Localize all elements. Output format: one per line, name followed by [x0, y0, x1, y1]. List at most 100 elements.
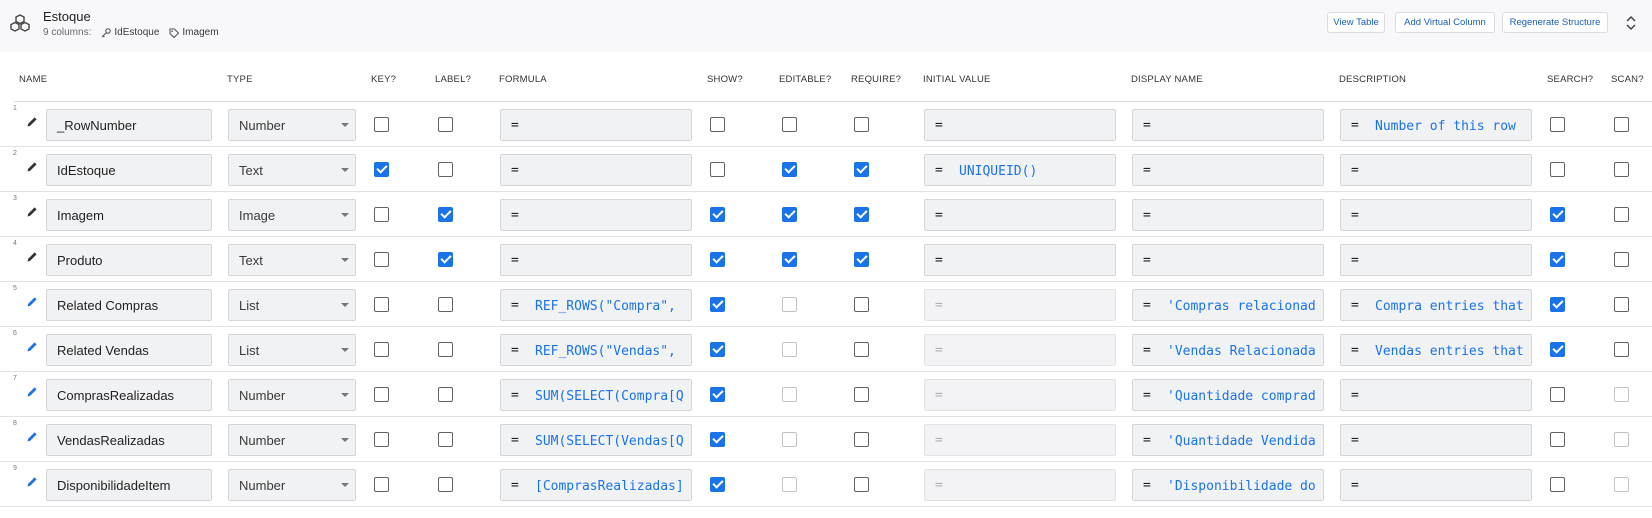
column-type-select[interactable]: Number — [228, 424, 356, 456]
search-checkbox[interactable] — [1550, 387, 1565, 402]
column-name-input[interactable]: _RowNumber — [46, 109, 212, 141]
formula-field[interactable]: = REF_ROWS("Compra", — [500, 289, 692, 321]
view-table-button[interactable]: View Table — [1327, 12, 1385, 33]
display-name-field[interactable]: = 'Quantidade Vendida — [1132, 424, 1324, 456]
display-name-field[interactable]: = 'Compras relacionad — [1132, 289, 1324, 321]
column-type-select[interactable]: Image — [228, 199, 356, 231]
require-checkbox[interactable] — [854, 477, 869, 492]
key-checkbox[interactable] — [374, 117, 389, 132]
search-checkbox[interactable] — [1550, 342, 1565, 357]
label-checkbox[interactable] — [438, 432, 453, 447]
key-checkbox[interactable] — [374, 252, 389, 267]
regenerate-structure-button[interactable]: Regenerate Structure — [1502, 12, 1608, 33]
column-type-select[interactable]: List — [228, 289, 356, 321]
search-checkbox[interactable] — [1550, 432, 1565, 447]
key-checkbox[interactable] — [374, 477, 389, 492]
key-checkbox[interactable] — [374, 342, 389, 357]
description-field[interactable]: = Compra entries that — [1340, 289, 1532, 321]
column-type-select[interactable]: Text — [228, 244, 356, 276]
show-checkbox[interactable] — [710, 342, 725, 357]
show-checkbox[interactable] — [710, 477, 725, 492]
column-type-select[interactable]: List — [228, 334, 356, 366]
require-checkbox[interactable] — [854, 252, 869, 267]
label-checkbox[interactable] — [438, 252, 453, 267]
column-name-input[interactable]: Imagem — [46, 199, 212, 231]
editable-checkbox[interactable] — [782, 162, 797, 177]
formula-field[interactable]: = — [500, 109, 692, 141]
label-checkbox[interactable] — [438, 387, 453, 402]
display-name-field[interactable]: = 'Disponibilidade do — [1132, 469, 1324, 501]
column-type-select[interactable]: Number — [228, 109, 356, 141]
scan-checkbox[interactable] — [1614, 297, 1629, 312]
formula-field[interactable]: = [ComprasRealizadas] — [500, 469, 692, 501]
key-checkbox[interactable] — [374, 387, 389, 402]
column-type-select[interactable]: Text — [228, 154, 356, 186]
show-checkbox[interactable] — [710, 252, 725, 267]
description-field[interactable]: = — [1340, 199, 1532, 231]
key-checkbox[interactable] — [374, 297, 389, 312]
label-checkbox[interactable] — [438, 117, 453, 132]
key-checkbox[interactable] — [374, 207, 389, 222]
show-checkbox[interactable] — [710, 387, 725, 402]
formula-field[interactable]: = — [500, 244, 692, 276]
description-field[interactable]: = — [1340, 469, 1532, 501]
edit-pencil-icon[interactable] — [26, 251, 38, 263]
display-name-field[interactable]: = — [1132, 109, 1324, 141]
column-type-select[interactable]: Number — [228, 469, 356, 501]
initial-value-field[interactable]: = UNIQUEID() — [924, 154, 1116, 186]
require-checkbox[interactable] — [854, 342, 869, 357]
display-name-field[interactable]: = — [1132, 154, 1324, 186]
column-name-input[interactable]: IdEstoque — [46, 154, 212, 186]
scan-checkbox[interactable] — [1614, 162, 1629, 177]
display-name-field[interactable]: = — [1132, 244, 1324, 276]
key-checkbox[interactable] — [374, 432, 389, 447]
add-virtual-column-button[interactable]: Add Virtual Column — [1395, 12, 1495, 33]
label-checkbox[interactable] — [438, 297, 453, 312]
edit-pencil-icon[interactable] — [26, 431, 38, 443]
column-name-input[interactable]: VendasRealizadas — [46, 424, 212, 456]
column-name-input[interactable]: DisponibilidadeItem — [46, 469, 212, 501]
search-checkbox[interactable] — [1550, 297, 1565, 312]
initial-value-field[interactable]: = — [924, 244, 1116, 276]
editable-checkbox[interactable] — [782, 207, 797, 222]
description-field[interactable]: = — [1340, 244, 1532, 276]
require-checkbox[interactable] — [854, 432, 869, 447]
search-checkbox[interactable] — [1550, 117, 1565, 132]
label-checkbox[interactable] — [438, 342, 453, 357]
show-checkbox[interactable] — [710, 297, 725, 312]
description-field[interactable]: = — [1340, 424, 1532, 456]
show-checkbox[interactable] — [710, 432, 725, 447]
show-checkbox[interactable] — [710, 117, 725, 132]
label-checkbox[interactable] — [438, 162, 453, 177]
label-checkbox[interactable] — [438, 477, 453, 492]
edit-pencil-icon[interactable] — [26, 341, 38, 353]
search-checkbox[interactable] — [1550, 477, 1565, 492]
search-checkbox[interactable] — [1550, 207, 1565, 222]
editable-checkbox[interactable] — [782, 252, 797, 267]
description-field[interactable]: = — [1340, 154, 1532, 186]
editable-checkbox[interactable] — [782, 117, 797, 132]
formula-field[interactable]: = — [500, 199, 692, 231]
description-field[interactable]: = — [1340, 379, 1532, 411]
formula-field[interactable]: = REF_ROWS("Vendas", — [500, 334, 692, 366]
description-field[interactable]: = Number of this row — [1340, 109, 1532, 141]
scan-checkbox[interactable] — [1614, 207, 1629, 222]
description-field[interactable]: = Vendas entries that — [1340, 334, 1532, 366]
scan-checkbox[interactable] — [1614, 342, 1629, 357]
display-name-field[interactable]: = — [1132, 199, 1324, 231]
display-name-field[interactable]: = 'Quantidade comprad — [1132, 379, 1324, 411]
column-type-select[interactable]: Number — [228, 379, 356, 411]
formula-field[interactable]: = — [500, 154, 692, 186]
expand-collapse-icon[interactable] — [1624, 14, 1638, 32]
show-checkbox[interactable] — [710, 162, 725, 177]
column-name-input[interactable]: ComprasRealizadas — [46, 379, 212, 411]
search-checkbox[interactable] — [1550, 162, 1565, 177]
edit-pencil-icon[interactable] — [26, 386, 38, 398]
edit-pencil-icon[interactable] — [26, 161, 38, 173]
edit-pencil-icon[interactable] — [26, 116, 38, 128]
require-checkbox[interactable] — [854, 117, 869, 132]
key-checkbox[interactable] — [374, 162, 389, 177]
require-checkbox[interactable] — [854, 207, 869, 222]
column-name-input[interactable]: Produto — [46, 244, 212, 276]
show-checkbox[interactable] — [710, 207, 725, 222]
